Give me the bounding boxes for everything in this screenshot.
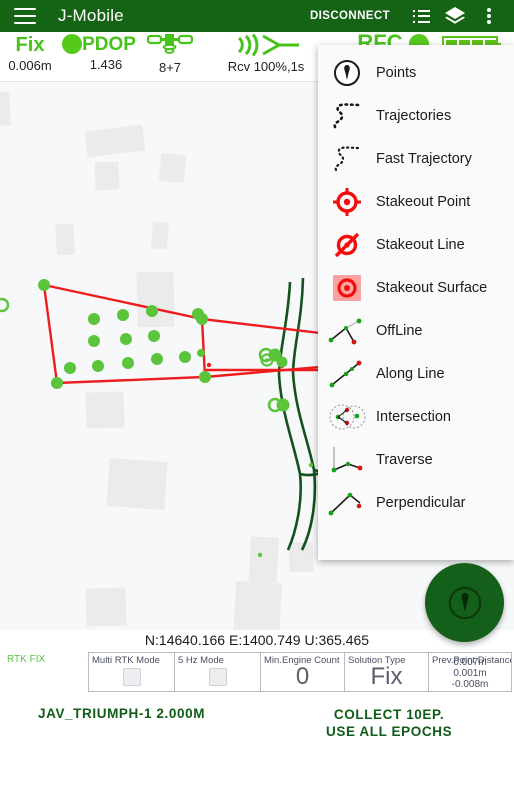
stakeout-line-icon — [318, 223, 376, 266]
multi-rtk-mode-label: Multi RTK Mode — [92, 655, 160, 666]
map-survey-point — [0, 297, 10, 313]
tools-dropdown-menu: Points Trajectories Fast Trajectory Stak… — [318, 45, 514, 560]
menu-item-fast-trajectory[interactable]: Fast Trajectory — [318, 137, 514, 180]
prev-distance-value: -0.008m — [451, 679, 489, 690]
map-road-node — [308, 462, 314, 468]
app-root: J-Mobile DISCONNECT Fix 0.006m PDOP 1.43… — [0, 0, 514, 800]
menu-item-traverse[interactable]: Traverse — [318, 438, 514, 481]
menu-item-perpendicular[interactable]: Perpendicular — [318, 481, 514, 524]
map-road-node — [257, 552, 263, 558]
satellite-icon — [140, 34, 200, 61]
offline-icon — [318, 309, 376, 352]
hamburger-icon[interactable] — [14, 8, 36, 24]
perpendicular-icon — [318, 481, 376, 524]
traverse-icon — [318, 438, 376, 481]
point-pin-icon — [318, 51, 376, 94]
menu-item-label: Intersection — [376, 408, 451, 425]
menu-item-label: Fast Trajectory — [376, 150, 472, 167]
menu-item-trajectories[interactable]: Trajectories — [318, 94, 514, 137]
menu-item-along-line[interactable]: Along Line — [318, 352, 514, 395]
menu-item-label: Stakeout Surface — [376, 279, 488, 296]
coordinates-readout: N:14640.166 E:1400.749 U:365.465 — [0, 632, 514, 652]
menu-item-label: Points — [376, 64, 417, 81]
radio-signal-icon — [200, 33, 332, 61]
menu-item-offline[interactable]: OffLine — [318, 309, 514, 352]
min-engine-count-value: 0 — [295, 663, 310, 690]
point-pin-icon — [448, 586, 481, 619]
solution-type-value: Fix — [370, 663, 403, 690]
hz-mode-checkbox[interactable] — [208, 668, 227, 686]
hz-mode-label: 5 Hz Mode — [178, 655, 224, 666]
prev-point-distance-cell: Prev.Point Distance 0.007m 0.001m -0.008… — [428, 652, 512, 692]
app-bar-actions: DISCONNECT — [310, 0, 514, 32]
stakeout-surface-icon — [318, 266, 376, 309]
menu-item-label: OffLine — [376, 322, 423, 339]
rtk-fix-label: RTK FIX — [7, 654, 46, 665]
stakeout-point-icon — [318, 180, 376, 223]
app-bar: J-Mobile DISCONNECT — [0, 0, 514, 32]
map-vertex — [206, 362, 212, 368]
status-satellites: 8+7 — [140, 34, 200, 75]
intersection-icon — [318, 395, 376, 438]
disconnect-button[interactable]: DISCONNECT — [310, 10, 390, 22]
menu-item-label: Perpendicular — [376, 494, 466, 511]
menu-item-label: Stakeout Point — [376, 193, 471, 210]
epoch-line-1: COLLECT 10EP. — [333, 707, 445, 722]
hz-mode-cell[interactable]: 5 Hz Mode — [174, 652, 260, 692]
list-icon[interactable] — [404, 0, 438, 32]
rtk-fix-status: RTK FIX — [4, 652, 88, 692]
antenna-info: JAV_TRIUMPH-1 2.000M — [38, 706, 206, 721]
epoch-line-2: USE ALL EPOCHS — [326, 724, 453, 739]
app-title: J-Mobile — [58, 6, 124, 25]
trajectory-icon — [318, 94, 376, 137]
more-vertical-icon[interactable] — [472, 0, 506, 32]
multi-rtk-mode-cell[interactable]: Multi RTK Mode — [88, 652, 174, 692]
min-engine-count-cell: Min.Engine Count 0 — [260, 652, 344, 692]
menu-item-label: Along Line — [376, 365, 445, 382]
menu-item-stakeout-point[interactable]: Stakeout Point — [318, 180, 514, 223]
status-pdop: PDOP 1.436 — [60, 34, 138, 72]
menu-item-label: Trajectories — [376, 107, 452, 124]
menu-item-points[interactable]: Points — [318, 51, 514, 94]
solution-type-cell: Solution Type Fix — [344, 652, 428, 692]
epoch-info: COLLECT 10EP. USE ALL EPOCHS — [326, 706, 452, 740]
menu-item-intersection[interactable]: Intersection — [318, 395, 514, 438]
prev-distance-value: 0.001m — [453, 668, 487, 679]
multi-rtk-mode-checkbox[interactable] — [122, 668, 141, 686]
menu-item-stakeout-line[interactable]: Stakeout Line — [318, 223, 514, 266]
layers-icon[interactable] — [438, 0, 472, 32]
status-receiver: Rcv 100%,1s — [200, 33, 332, 74]
green-dot-icon — [62, 34, 83, 54]
menu-item-label: Stakeout Line — [376, 236, 465, 253]
menu-item-label: Traverse — [376, 451, 433, 468]
status-fix: Fix 0.006m — [8, 34, 52, 73]
fast-trajectory-icon — [318, 137, 376, 180]
along-line-icon — [318, 352, 376, 395]
menu-item-stakeout-surface[interactable]: Stakeout Surface — [318, 266, 514, 309]
collect-point-fab[interactable] — [425, 563, 504, 642]
bottom-input-bar: Site Name 38 Description Code — [0, 740, 514, 800]
rtk-status-table: RTK FIX Multi RTK Mode 5 Hz Mode Min.Eng… — [4, 652, 512, 692]
